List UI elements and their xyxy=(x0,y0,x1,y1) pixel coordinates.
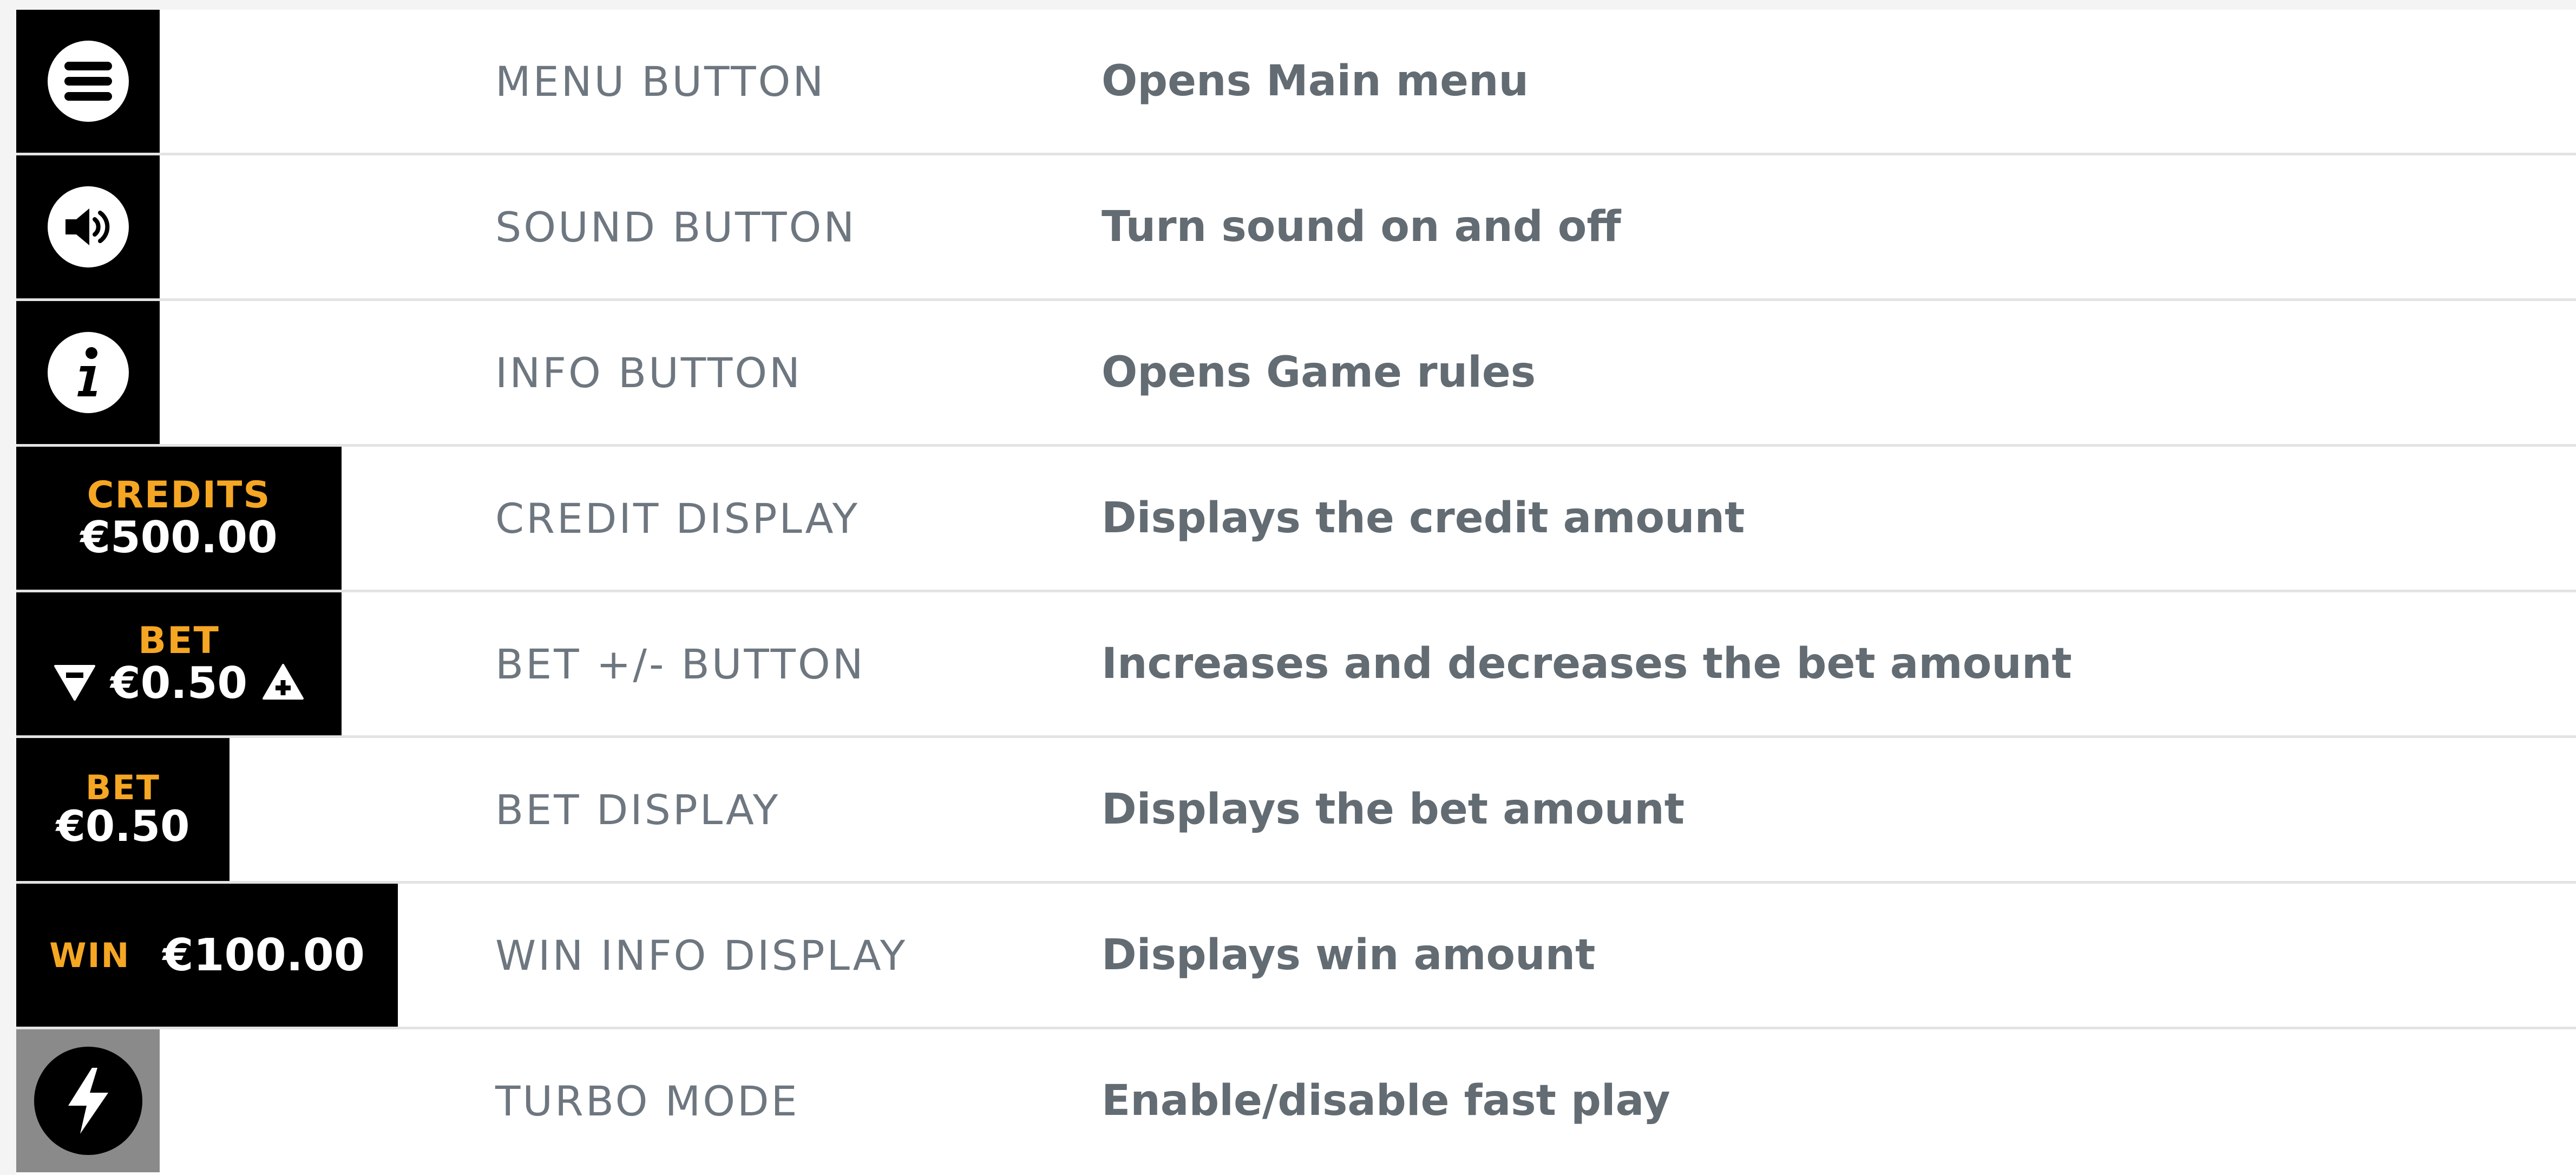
bet-increase-icon[interactable] xyxy=(261,663,305,704)
lightning-icon xyxy=(34,1047,142,1155)
info-button[interactable] xyxy=(16,301,160,444)
bet-amount: €0.50 xyxy=(110,657,248,708)
row-description: Turn sound on and off xyxy=(1102,203,1621,251)
bet-decrease-icon[interactable] xyxy=(53,663,96,704)
sound-icon xyxy=(47,186,129,267)
controls-legend-table: MENU BUTTON Opens Main menu SOUND BUTTON… xyxy=(16,10,2576,1175)
row-description: Increases and decreases the bet amount xyxy=(1102,639,2072,688)
table-row-bet-display: BET €0.50 BET DISPLAY Displays the bet a… xyxy=(16,738,2576,884)
win-caption: WIN xyxy=(49,935,130,975)
row-description: Displays the credit amount xyxy=(1102,494,1745,543)
table-row-info: INFO BUTTON Opens Game rules xyxy=(16,301,2576,447)
bet-display: BET €0.50 xyxy=(16,738,230,881)
info-icon xyxy=(47,332,129,413)
table-row-credit: CREDITS €500.00 CREDIT DISPLAY Displays … xyxy=(16,447,2576,592)
sound-button[interactable] xyxy=(16,155,160,298)
row-label: CREDIT DISPLAY xyxy=(495,494,860,543)
turbo-button[interactable] xyxy=(16,1029,160,1172)
win-info-display: WIN €100.00 xyxy=(16,884,398,1027)
bet-adjust-control: BET €0.50 xyxy=(16,592,342,735)
table-row-win: WIN €100.00 WIN INFO DISPLAY Displays wi… xyxy=(16,884,2576,1029)
row-description: Displays the bet amount xyxy=(1102,785,1685,834)
table-row-bet-adjust: BET €0.50 BET +/- BUTTON Increases and d… xyxy=(16,592,2576,738)
credit-amount: €500.00 xyxy=(80,512,278,563)
table-row-turbo: TURBO MODE Enable/disable fast play xyxy=(16,1029,2576,1175)
row-description: Opens Game rules xyxy=(1102,348,1536,397)
row-description: Displays win amount xyxy=(1102,931,1596,980)
row-label: BET +/- BUTTON xyxy=(495,639,866,688)
row-label: INFO BUTTON xyxy=(495,348,802,397)
row-label: MENU BUTTON xyxy=(495,57,826,106)
row-description: Opens Main menu xyxy=(1102,57,1529,106)
row-label: SOUND BUTTON xyxy=(495,203,857,251)
menu-button[interactable] xyxy=(16,10,160,153)
row-label: TURBO MODE xyxy=(495,1076,799,1125)
credit-caption: CREDITS xyxy=(87,474,271,517)
bet-display-amount: €0.50 xyxy=(56,802,190,851)
row-label: BET DISPLAY xyxy=(495,785,781,834)
bet-display-caption: BET xyxy=(86,767,160,807)
row-description: Enable/disable fast play xyxy=(1102,1076,1670,1125)
menu-icon xyxy=(47,41,129,122)
table-row-menu: MENU BUTTON Opens Main menu xyxy=(16,10,2576,155)
table-row-sound: SOUND BUTTON Turn sound on and off xyxy=(16,155,2576,301)
credit-display: CREDITS €500.00 xyxy=(16,447,342,590)
row-label: WIN INFO DISPLAY xyxy=(495,931,908,980)
win-amount: €100.00 xyxy=(162,929,365,981)
bet-caption: BET xyxy=(138,619,220,663)
